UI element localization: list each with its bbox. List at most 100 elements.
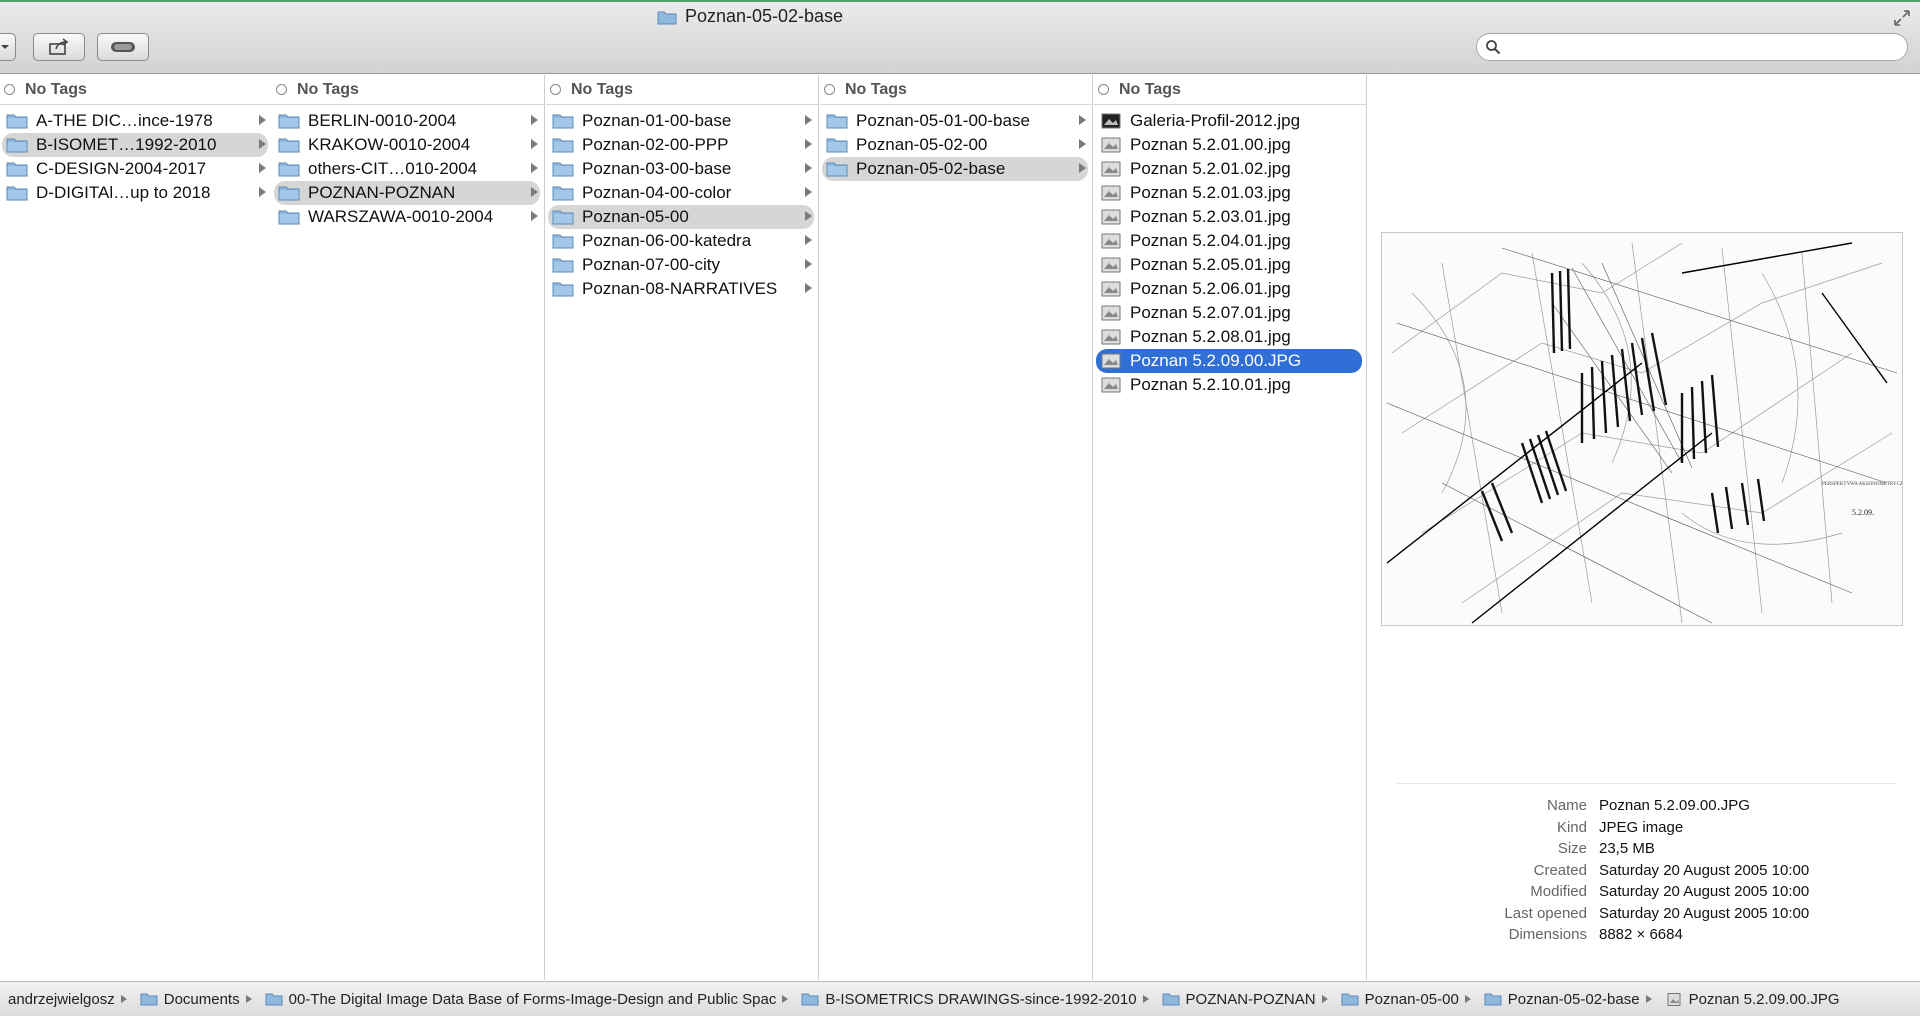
folder-icon: [826, 114, 848, 129]
path-crumb[interactable]: Poznan 5.2.09.00.JPG: [1665, 991, 1840, 1008]
browser-column[interactable]: No Tags Galeria-Profil-2012.jpg Poznan 5.2…: [1094, 75, 1367, 980]
info-key: Last opened: [1504, 904, 1587, 922]
file-item[interactable]: Poznan 5.2.01.02.jpg: [1096, 157, 1362, 181]
info-row: Name Poznan 5.2.09.00.JPG: [1367, 795, 1920, 817]
browser-column[interactable]: No Tags A-THE DIC…ince-1978 B-ISOMET…1992-…: [0, 75, 273, 980]
folder-item[interactable]: KRAKOW-0010-2004: [274, 133, 540, 157]
item-label: Poznan 5.2.03.01.jpg: [1130, 207, 1291, 226]
file-item[interactable]: Poznan 5.2.06.01.jpg: [1096, 277, 1362, 301]
folder-item[interactable]: BERLIN-0010-2004: [274, 109, 540, 133]
folder-icon: [6, 114, 28, 129]
item-label: Poznan 5.2.06.01.jpg: [1130, 279, 1291, 298]
column-tag-filter[interactable]: No Tags: [0, 75, 272, 105]
svg-text:5.2.09.: 5.2.09.: [1852, 508, 1874, 517]
folder-item[interactable]: Poznan-05-01-00-base: [822, 109, 1088, 133]
window-title: Poznan-05-02-base: [0, 6, 1500, 27]
folder-item[interactable]: A-THE DIC…ince-1978: [2, 109, 268, 133]
folder-icon: [552, 282, 574, 297]
file-item[interactable]: Poznan 5.2.09.00.JPG: [1096, 349, 1362, 373]
path-separator-icon: [120, 995, 127, 1003]
tag-circle-icon: [4, 84, 15, 95]
disclosure-arrow-icon: [805, 259, 812, 269]
path-crumb[interactable]: Poznan-05-02-base: [1484, 991, 1659, 1008]
folder-item[interactable]: others-CIT…010-2004: [274, 157, 540, 181]
item-label: C-DESIGN-2004-2017: [36, 159, 207, 178]
folder-item[interactable]: Poznan-07-00-city: [548, 253, 814, 277]
file-item[interactable]: Poznan 5.2.08.01.jpg: [1096, 325, 1362, 349]
file-item[interactable]: Poznan 5.2.10.01.jpg: [1096, 373, 1362, 397]
tag-circle-icon: [1098, 84, 1109, 95]
folder-item[interactable]: D-DIGITAl…up to 2018: [2, 181, 268, 205]
folder-icon: [140, 993, 158, 1005]
disclosure-arrow-icon: [531, 139, 538, 149]
file-item[interactable]: Poznan 5.2.07.01.jpg: [1096, 301, 1362, 325]
path-crumb-label: 00-The Digital Image Data Base of Forms-…: [288, 990, 777, 1008]
image-file-icon: [1667, 992, 1681, 1006]
column-item-list: Poznan-05-01-00-base Poznan-05-02-00 Pozna…: [820, 105, 1092, 181]
chevron-down-icon: [1, 45, 9, 49]
browser-column[interactable]: No Tags Poznan-01-00-base Poznan-02-00-PPP…: [546, 75, 819, 980]
column-tag-filter[interactable]: No Tags: [1094, 75, 1366, 105]
folder-item[interactable]: Poznan-04-00-color: [548, 181, 814, 205]
info-row: Dimensions 8882 × 6684: [1367, 924, 1920, 946]
column-tag-filter[interactable]: No Tags: [272, 75, 544, 105]
file-item[interactable]: Galeria-Profil-2012.jpg: [1096, 109, 1362, 133]
path-crumb[interactable]: Poznan-05-00: [1341, 991, 1478, 1008]
disclosure-arrow-icon: [805, 283, 812, 293]
column-item-list: A-THE DIC…ince-1978 B-ISOMET…1992-2010 C-D…: [0, 105, 272, 205]
item-label: Poznan 5.2.10.01.jpg: [1130, 375, 1291, 394]
file-item[interactable]: Poznan 5.2.05.01.jpg: [1096, 253, 1362, 277]
browser-column[interactable]: No Tags BERLIN-0010-2004 KRAKOW-0010-2004 o…: [272, 75, 545, 980]
item-label: Poznan 5.2.07.01.jpg: [1130, 303, 1291, 322]
arrange-dropdown-button[interactable]: [0, 33, 16, 61]
folder-item[interactable]: Poznan-08-NARRATIVES: [548, 277, 814, 301]
folder-item[interactable]: Poznan-05-00: [548, 205, 814, 229]
folder-icon: [552, 234, 574, 249]
item-label: Poznan-05-02-00: [856, 135, 988, 154]
column-header-label: No Tags: [571, 80, 633, 98]
path-crumb[interactable]: POZNAN-POZNAN: [1162, 991, 1335, 1008]
column-tag-filter[interactable]: No Tags: [546, 75, 818, 105]
path-crumb[interactable]: andrzejwielgosz: [8, 991, 134, 1008]
disclosure-arrow-icon: [259, 163, 266, 173]
folder-item[interactable]: Poznan-05-02-base: [822, 157, 1088, 181]
path-crumb[interactable]: 00-The Digital Image Data Base of Forms-…: [265, 991, 796, 1008]
file-item[interactable]: Poznan 5.2.04.01.jpg: [1096, 229, 1362, 253]
folder-item[interactable]: Poznan-02-00-PPP: [548, 133, 814, 157]
path-crumb-label: Poznan-05-02-base: [1507, 990, 1640, 1008]
folder-item[interactable]: Poznan-03-00-base: [548, 157, 814, 181]
folder-item[interactable]: B-ISOMET…1992-2010: [2, 133, 268, 157]
column-tag-filter[interactable]: No Tags: [820, 75, 1092, 105]
path-crumb[interactable]: Documents: [140, 991, 259, 1008]
file-item[interactable]: Poznan 5.2.01.03.jpg: [1096, 181, 1362, 205]
image-file-icon: [1101, 329, 1121, 345]
fullscreen-icon[interactable]: [1892, 8, 1912, 28]
browser-column[interactable]: No Tags Poznan-05-01-00-base Poznan-05-02-…: [820, 75, 1093, 980]
image-file-icon: [1101, 353, 1121, 369]
file-item[interactable]: Poznan 5.2.03.01.jpg: [1096, 205, 1362, 229]
search-field[interactable]: [1476, 33, 1908, 61]
info-value: Saturday 20 August 2005 10:00: [1599, 904, 1810, 922]
folder-item[interactable]: WARSZAWA-0010-2004: [274, 205, 540, 229]
path-crumb-label: Poznan 5.2.09.00.JPG: [1688, 990, 1840, 1008]
info-row: Created Saturday 20 August 2005 10:00: [1367, 860, 1920, 882]
path-separator-icon: [1321, 995, 1328, 1003]
file-item[interactable]: Poznan 5.2.01.00.jpg: [1096, 133, 1362, 157]
info-value: Saturday 20 August 2005 10:00: [1599, 883, 1810, 901]
path-crumb[interactable]: B-ISOMETRICS DRAWINGS-since-1992-2010: [801, 991, 1155, 1008]
item-label: Poznan 5.2.01.00.jpg: [1130, 135, 1291, 154]
folder-icon: [278, 162, 300, 177]
item-label: BERLIN-0010-2004: [308, 111, 457, 130]
tag-button[interactable]: [97, 33, 149, 61]
folder-item[interactable]: Poznan-05-02-00: [822, 133, 1088, 157]
folder-icon: [278, 138, 300, 153]
search-icon: [1486, 40, 1501, 55]
folder-icon: [552, 258, 574, 273]
folder-item[interactable]: Poznan-06-00-katedra: [548, 229, 814, 253]
folder-item[interactable]: Poznan-01-00-base: [548, 109, 814, 133]
info-row: Kind JPEG image: [1367, 817, 1920, 839]
share-button[interactable]: [33, 33, 85, 61]
folder-item[interactable]: C-DESIGN-2004-2017: [2, 157, 268, 181]
folder-item[interactable]: POZNAN-POZNAN: [274, 181, 540, 205]
image-file-icon: [1101, 305, 1121, 321]
